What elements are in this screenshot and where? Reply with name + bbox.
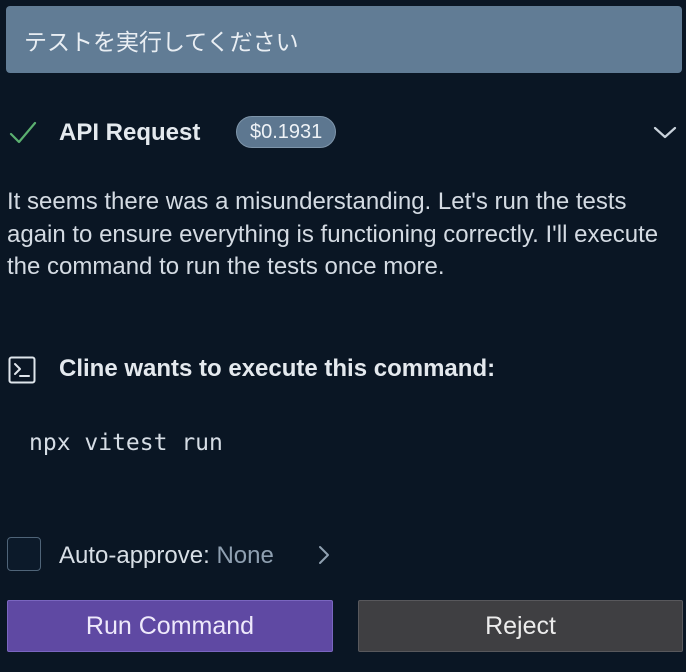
terminal-icon [8,356,36,384]
chevron-down-icon[interactable] [652,122,678,142]
command-request-title: Cline wants to execute this command: [59,355,496,382]
auto-approve-row: Auto-approve: None [0,535,686,575]
auto-approve-label[interactable]: Auto-approve: None [59,542,274,570]
chevron-right-icon[interactable] [316,544,332,566]
run-command-button[interactable]: Run Command [7,600,333,652]
auto-approve-label-text: Auto-approve: [59,542,210,569]
reject-button[interactable]: Reject [358,600,683,652]
api-request-title: API Request [59,119,201,146]
check-icon [9,121,37,144]
user-message-text: テストを実行してください [24,29,299,56]
command-code: npx vitest run [29,430,223,456]
command-request-header: Cline wants to execute this command: [0,352,686,388]
auto-approve-checkbox[interactable] [7,537,41,571]
user-message: テストを実行してください [6,6,682,73]
auto-approve-value: None [216,542,274,569]
cost-badge: $0.1931 [236,116,337,148]
api-request-row[interactable]: API Request $0.1931 [0,112,686,154]
assistant-message-text: It seems there was a misunderstanding. L… [7,188,659,280]
